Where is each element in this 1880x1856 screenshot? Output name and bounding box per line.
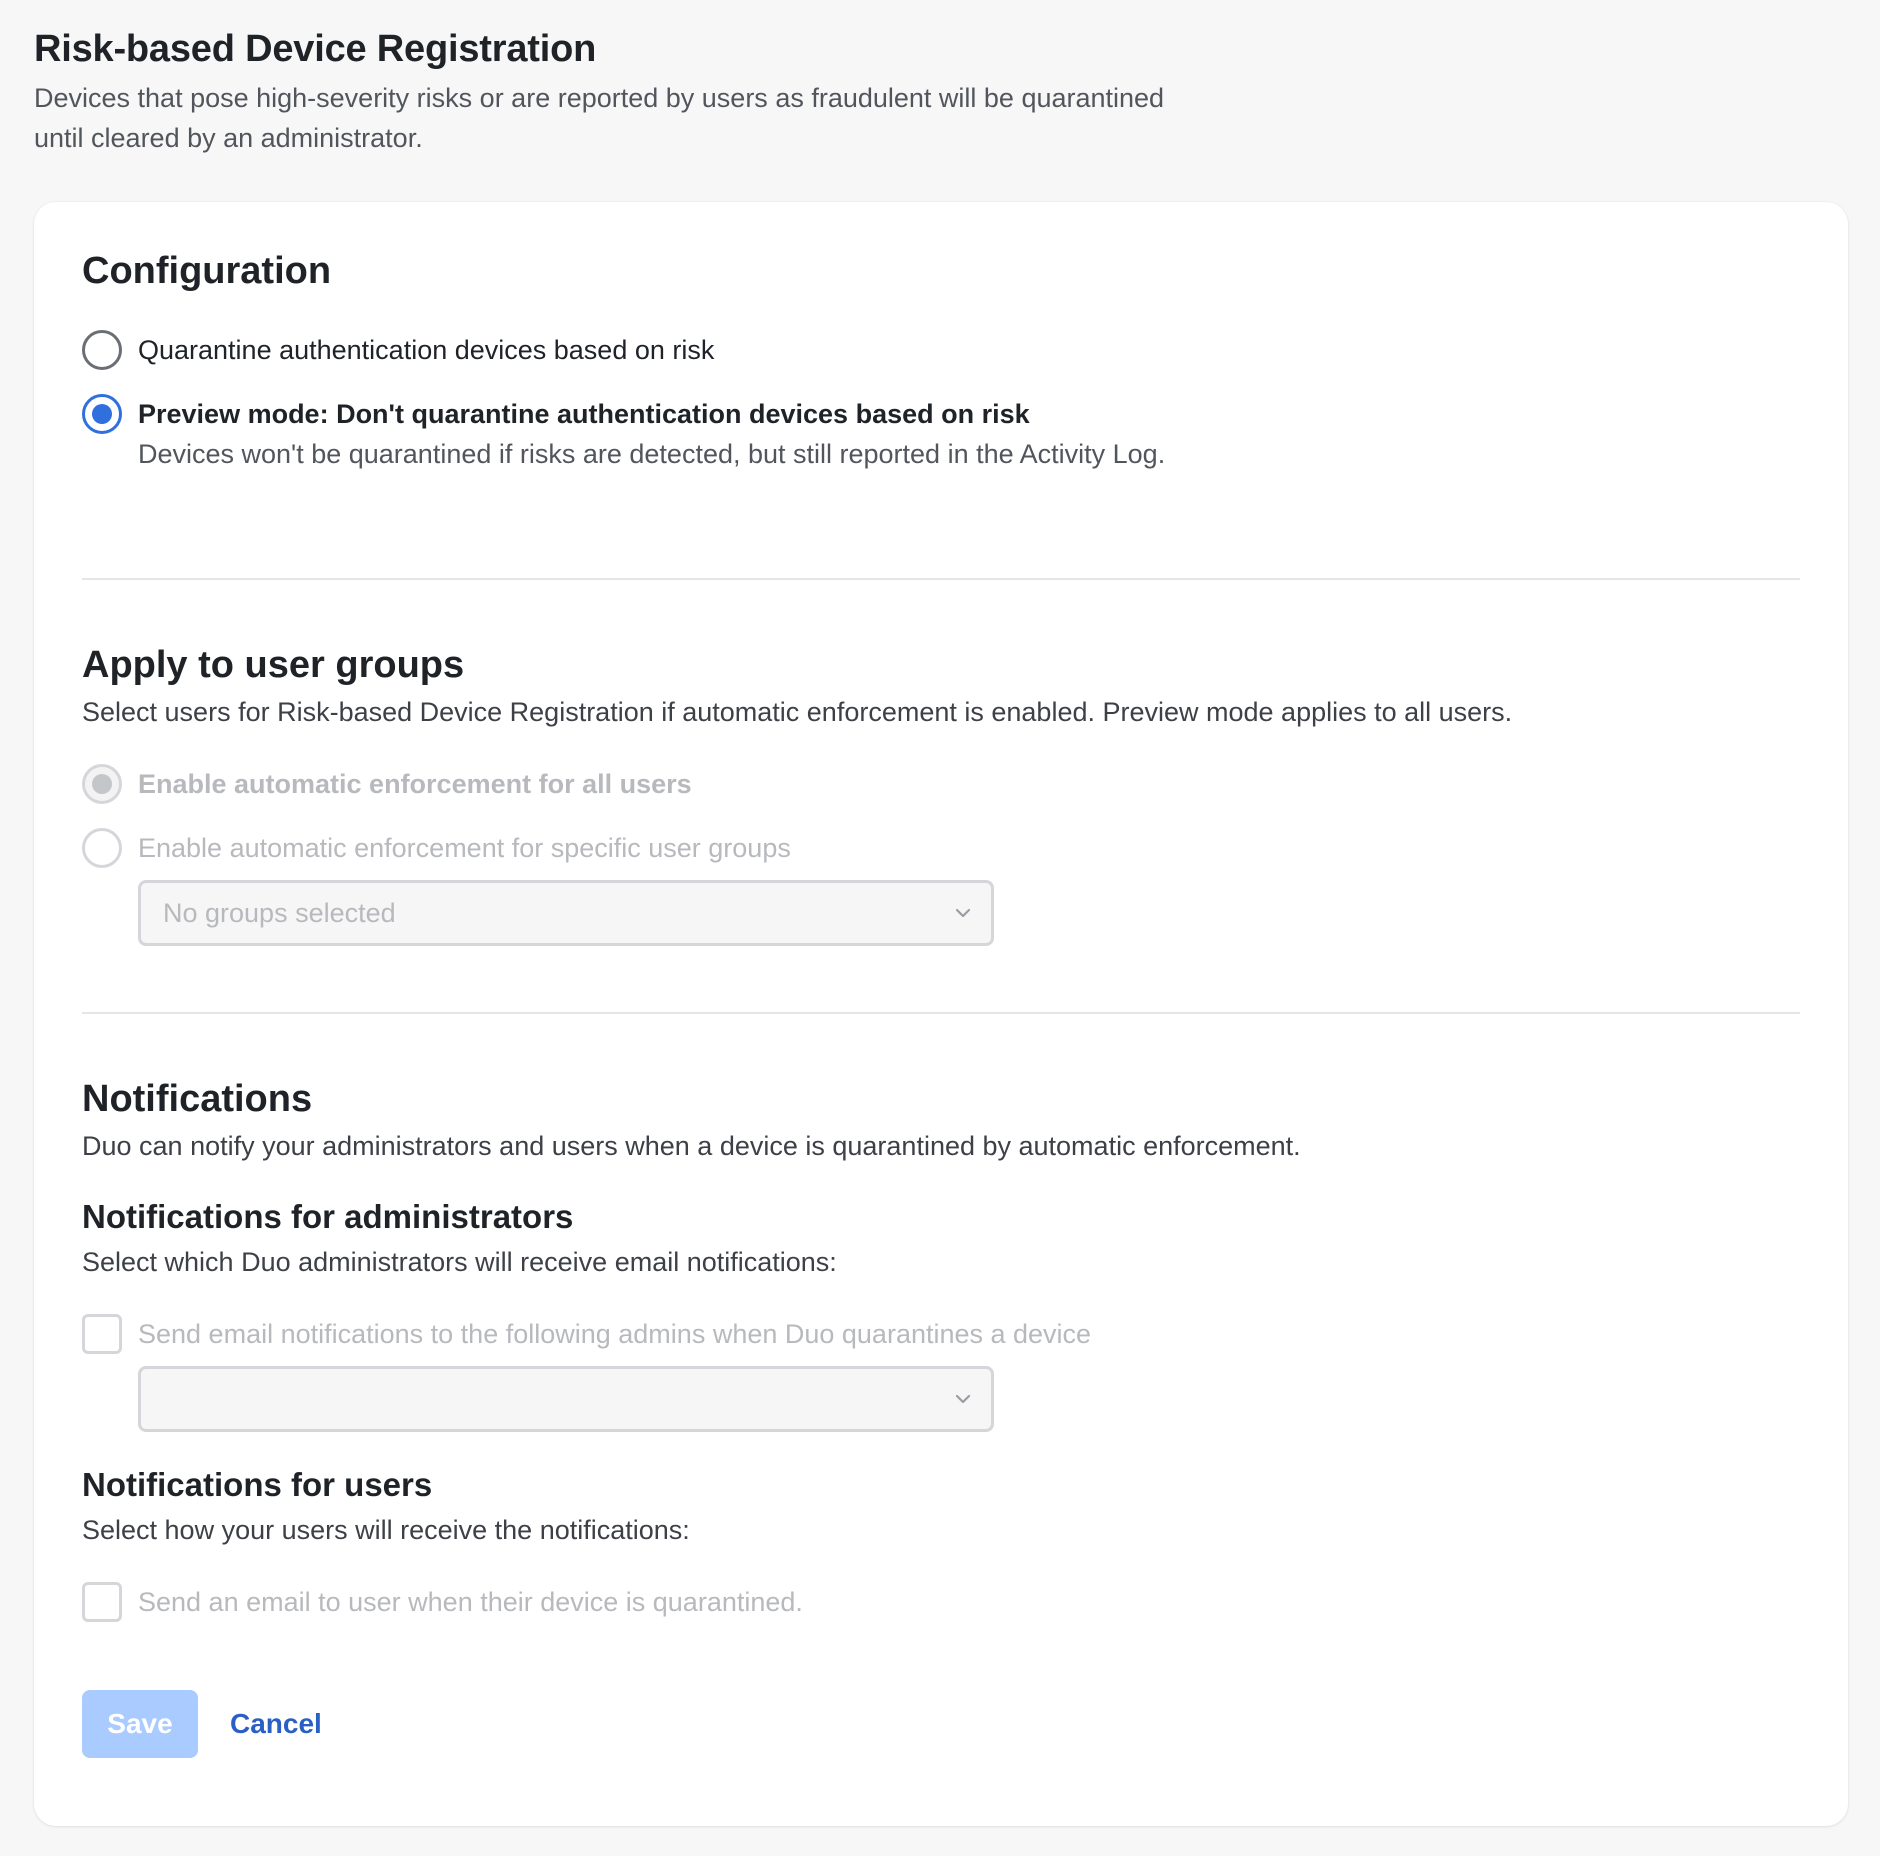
groups-option-specific-label: Enable automatic enforcement for specifi… [138,833,791,863]
user-email-label: Send an email to user when their device … [138,1587,803,1617]
groups-option-all-users[interactable]: Enable automatic enforcement for all use… [82,764,692,804]
config-option-preview[interactable]: Preview mode: Don't quarantine authentic… [82,394,1238,474]
radio-preview-mode[interactable] [82,394,122,434]
chevron-down-icon [955,908,971,918]
configuration-title: Configuration [82,250,332,292]
admin-email-checkbox[interactable] [82,1314,122,1354]
radio-quarantine[interactable] [82,330,122,370]
chevron-down-icon [955,1394,971,1404]
page-header: Risk-based Device Registration Devices t… [34,26,1234,158]
radio-specific-groups[interactable] [82,828,122,868]
admin-notifications-title: Notifications for administrators [82,1198,574,1235]
page: Risk-based Device Registration Devices t… [0,0,1880,1856]
user-groups-select[interactable]: No groups selected [138,880,994,946]
user-groups-description: Select users for Risk-based Device Regis… [82,697,1513,727]
page-description: Devices that pose high-severity risks or… [34,83,1165,153]
config-option-preview-label: Preview mode: Don't quarantine authentic… [138,399,1030,429]
settings-card: Configuration Quarantine authentication … [34,202,1848,1826]
radio-all-users[interactable] [82,764,122,804]
config-option-quarantine-label: Quarantine authentication devices based … [138,335,715,365]
cancel-button[interactable]: Cancel [230,1690,322,1758]
notifications-description: Duo can notify your administrators and u… [82,1131,1301,1161]
admin-email-label: Send email notifications to the followin… [138,1319,1092,1349]
divider [82,578,1800,580]
divider [82,1012,1800,1014]
admin-notifications-description: Select which Duo administrators will rec… [82,1247,837,1277]
admins-select[interactable] [138,1366,994,1432]
user-notifications-description: Select how your users will receive the n… [82,1515,690,1545]
admin-email-option[interactable]: Send email notifications to the followin… [82,1314,1091,1354]
config-option-quarantine[interactable]: Quarantine authentication devices based … [82,330,714,370]
config-option-preview-help: Devices won't be quarantined if risks ar… [138,439,1166,469]
user-groups-select-value: No groups selected [163,897,396,928]
config-option-preview-text: Preview mode: Don't quarantine authentic… [138,394,1238,474]
user-groups-title: Apply to user groups [82,644,465,686]
save-button[interactable]: Save [82,1690,198,1758]
user-notifications-title: Notifications for users [82,1466,433,1503]
page-title: Risk-based Device Registration [34,28,597,70]
user-email-option[interactable]: Send an email to user when their device … [82,1582,803,1622]
notifications-title: Notifications [82,1078,313,1120]
groups-option-specific[interactable]: Enable automatic enforcement for specifi… [82,828,791,868]
groups-option-all-users-label: Enable automatic enforcement for all use… [138,769,692,799]
user-email-checkbox[interactable] [82,1582,122,1622]
